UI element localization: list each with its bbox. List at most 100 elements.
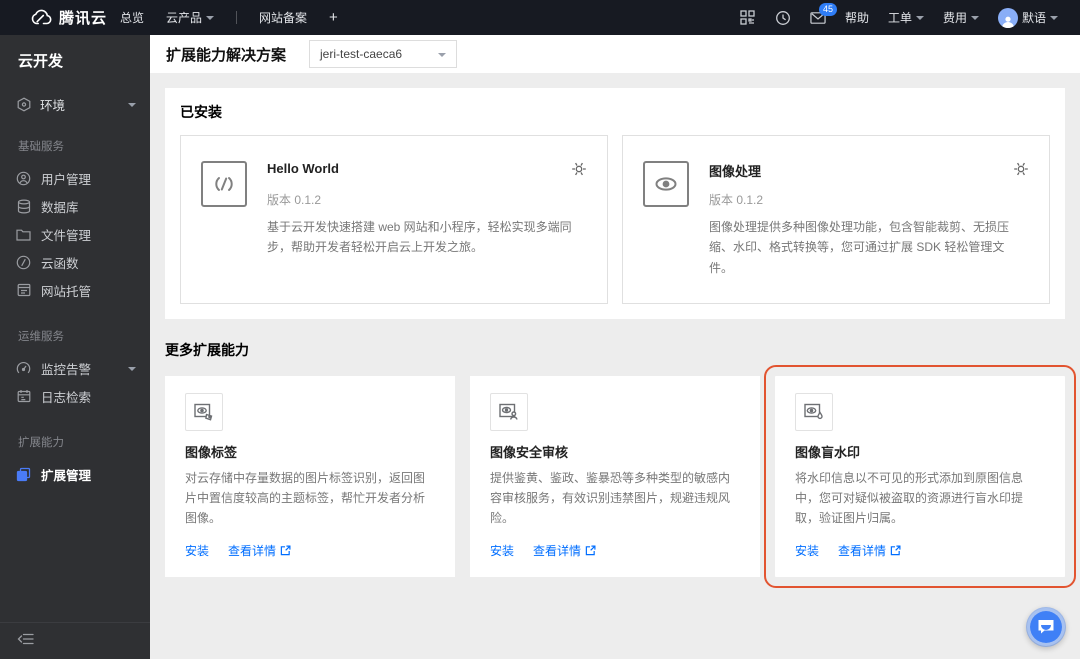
ticket-menu[interactable]: 工单: [888, 9, 924, 26]
environment-label: 环境: [40, 98, 66, 113]
nav-website-filing[interactable]: 网站备案: [259, 9, 307, 26]
installed-card-image-processing[interactable]: 图像处理 版本 0.1.2 图像处理提供多种图像处理功能，包含智能裁剪、无损压缩…: [622, 135, 1050, 305]
extension-name: 图像盲水印: [795, 445, 861, 461]
brand-name: 腾讯云: [59, 10, 108, 27]
view-details-label: 查看详情: [533, 543, 582, 558]
sidebar-item-static-hosting[interactable]: 网站托管: [0, 276, 150, 304]
view-details-label: 查看详情: [838, 543, 887, 558]
view-details-label: 查看详情: [228, 543, 277, 558]
sidebar-item-user-management[interactable]: 用户管理: [0, 164, 150, 192]
sidebar-item-label: 文件管理: [41, 228, 92, 243]
database-icon: [16, 199, 31, 214]
nav-divider: [236, 11, 238, 24]
support-chat-button[interactable]: [1026, 607, 1066, 647]
billing-label: 费用: [942, 11, 967, 25]
sidebar-item-label: 监控告警: [41, 362, 92, 377]
extension-description: 提供鉴黄、鉴政、鉴暴恐等多种类型的敏感内容审核服务，有效识别违禁图片，规避违规风…: [490, 471, 731, 525]
store-card-image-safety-audit[interactable]: 图像安全审核 提供鉴黄、鉴政、鉴暴恐等多种类型的敏感内容审核服务，有效识别违禁图…: [470, 376, 760, 577]
nav-cloud-products[interactable]: 云产品: [166, 9, 215, 26]
store-card-image-blind-watermark[interactable]: 图像盲水印 将水印信息以不可见的形式添加到原图信息中，您可对疑似被盗取的资源进行…: [764, 365, 1076, 588]
plus-icon: +: [329, 9, 338, 26]
extension-description: 基于云开发快速搭建 web 网站和小程序，轻松实现多端同步，帮助开发者轻松开启云…: [267, 220, 572, 255]
extension-description: 对云存储中存量数据的图片标签识别，返回图片中置信度较高的主题标签，帮忙开发者分析…: [185, 471, 426, 525]
username-label: 默语: [1021, 11, 1046, 25]
external-link-icon: [585, 545, 596, 555]
avatar: [997, 7, 1018, 28]
card-actions: 安装 查看详情: [795, 542, 1045, 559]
extension-icon: [16, 467, 31, 482]
ticket-label: 工单: [887, 11, 912, 25]
cloud-logo-icon: [28, 9, 52, 26]
more-extensions-title: 更多扩展能力: [165, 342, 249, 359]
installed-section-title: 已安装: [180, 104, 222, 120]
install-button[interactable]: 安装: [185, 542, 209, 559]
collapse-sidebar-icon: [17, 632, 34, 651]
extension-description: 将水印信息以不可见的形式添加到原图信息中，您可对疑似被盗取的资源进行盲水印提取，…: [795, 471, 1024, 525]
nav-overview-label: 总览: [120, 11, 145, 25]
sidebar-item-label: 扩展管理: [41, 468, 92, 483]
sidebar-item-label: 用户管理: [41, 172, 92, 187]
extension-description: 图像处理提供多种图像处理功能，包含智能裁剪、无损压缩、水印、格式转换等，您可通过…: [709, 220, 1010, 275]
extension-name: 图像安全审核: [490, 445, 569, 461]
function-icon: [16, 255, 31, 270]
messages-mail-icon[interactable]: 45: [810, 2, 837, 26]
chevron-down-icon: [915, 16, 924, 20]
history-clock-icon[interactable]: [775, 10, 791, 26]
folder-icon: [16, 227, 31, 242]
install-button[interactable]: 安装: [795, 542, 819, 559]
settings-gear-icon[interactable]: [571, 161, 587, 182]
view-details-link[interactable]: 查看详情: [838, 542, 901, 559]
user-account-menu[interactable]: 默语: [997, 7, 1058, 28]
environment-select[interactable]: jeri-test-caeca6: [309, 40, 458, 68]
settings-gear-icon[interactable]: [1013, 161, 1029, 182]
help-label: 帮助: [844, 11, 869, 25]
nav-cloud-products-label: 云产品: [166, 11, 203, 25]
sidebar-item-cloud-functions[interactable]: 云函数: [0, 248, 150, 276]
sidebar-item-log-search[interactable]: 日志检索: [0, 382, 150, 410]
section-basic-services: 基础服务: [18, 141, 64, 153]
nav-add-tab-button[interactable]: +: [329, 9, 338, 26]
sidebar-item-database[interactable]: 数据库: [0, 192, 150, 220]
section-ops-services: 运维服务: [18, 331, 64, 343]
image-tag-icon: [185, 393, 223, 432]
product-title: 云开发: [18, 53, 64, 70]
hexagon-environment-icon: [16, 97, 31, 112]
qr-code-icon[interactable]: [740, 10, 756, 26]
installed-panel: 已安装 Hello World 版本 0.1.2 基于云开发快速搭建 web 网…: [165, 88, 1065, 320]
environment-selector[interactable]: 环境: [0, 94, 150, 114]
image-audit-icon: [490, 393, 528, 432]
nav-overview[interactable]: 总览: [120, 9, 144, 26]
help-link[interactable]: 帮助: [845, 9, 869, 26]
sidebar-item-label: 云函数: [41, 256, 79, 271]
billing-menu[interactable]: 费用: [943, 9, 979, 26]
user-icon: [16, 171, 31, 186]
install-label: 安装: [185, 543, 210, 558]
installed-card-hello-world[interactable]: Hello World 版本 0.1.2 基于云开发快速搭建 web 网站和小程…: [180, 135, 608, 305]
sidebar-item-file-management[interactable]: 文件管理: [0, 220, 150, 248]
sidebar: 云开发 环境 基础服务 用户管理 数据库 文件管理 云函数 网站托管 运维服务 …: [0, 35, 150, 659]
external-link-icon: [280, 545, 291, 555]
external-link-icon: [890, 545, 901, 555]
sidebar-collapse-bar[interactable]: [0, 622, 150, 659]
chevron-down-icon: [206, 16, 215, 20]
sidebar-item-monitoring-alerts[interactable]: 监控告警: [0, 354, 150, 382]
install-button[interactable]: 安装: [490, 542, 514, 559]
store-card-image-tag[interactable]: 图像标签 对云存储中存量数据的图片标签识别，返回图片中置信度较高的主题标签，帮忙…: [165, 376, 455, 577]
sidebar-item-label: 数据库: [41, 200, 79, 215]
extension-version: 版本 0.1.2: [709, 193, 764, 207]
installed-card-body: 图像处理 版本 0.1.2 图像处理提供多种图像处理功能，包含智能裁剪、无损压缩…: [709, 161, 1029, 278]
code-icon: [201, 161, 247, 207]
unread-count-badge: 45: [818, 2, 837, 16]
main-content: 已安装 Hello World 版本 0.1.2 基于云开发快速搭建 web 网…: [150, 73, 1080, 659]
tencent-cloud-logo[interactable]: 腾讯云: [0, 7, 110, 28]
view-details-link[interactable]: 查看详情: [228, 542, 291, 559]
eye-icon: [643, 161, 689, 207]
install-label: 安装: [490, 543, 515, 558]
chevron-down-icon: [438, 52, 447, 57]
view-details-link[interactable]: 查看详情: [533, 542, 596, 559]
logs-icon: [16, 389, 31, 404]
nav-website-filing-label: 网站备案: [259, 11, 308, 25]
chevron-down-icon: [1050, 16, 1058, 20]
chat-smile-icon: [1041, 624, 1051, 630]
sidebar-item-extension-management[interactable]: 扩展管理: [0, 460, 150, 488]
